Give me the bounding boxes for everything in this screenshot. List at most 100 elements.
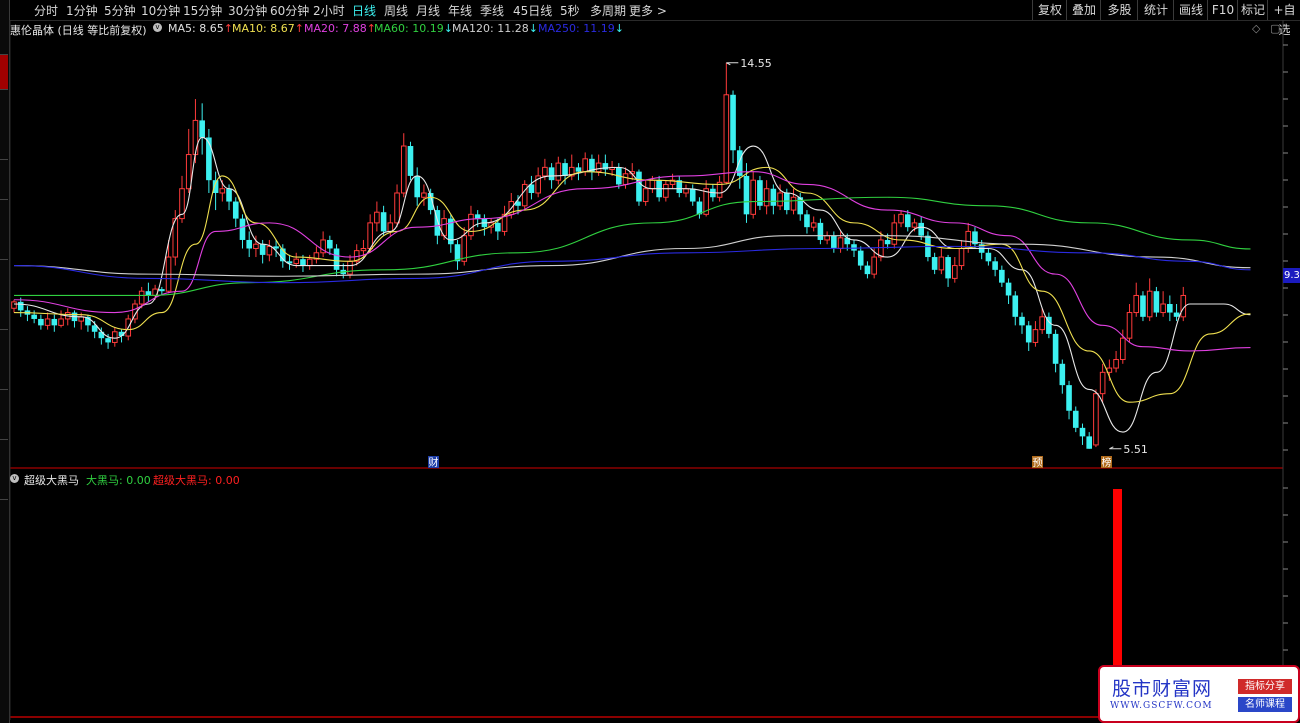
high-price-marker [726,62,739,66]
candle-body [952,265,958,279]
event-tag-forecast: 预 [1033,457,1043,469]
event-tag-finance: 财 [429,456,439,469]
candle-body [387,222,394,232]
candle-body [1173,312,1180,317]
candle-body [1039,316,1045,331]
candle-body [911,222,918,228]
candle-body [958,248,965,267]
candle-body [723,94,730,183]
candle-body [548,167,555,181]
candle-body [817,222,824,240]
candle-body [521,183,528,207]
candle-body [837,237,844,249]
candle-body [1072,410,1079,428]
candle-body [898,213,904,224]
candle-body [239,218,246,240]
candle-body [730,94,736,151]
watermark-tag-course: 名师课程 [1238,697,1292,712]
price-chart[interactable]: 14.55 5.51 财 预 榜 [0,0,1300,723]
candle-body [1066,385,1072,411]
low-price-marker [1109,446,1122,450]
candle-body [743,175,750,215]
low-price-label: 5.51 [1123,443,1148,456]
candle-body [649,179,656,190]
candle-body [98,331,105,339]
candle-body [992,261,998,270]
candle-body [904,214,911,228]
candle-body [831,235,837,249]
candle-body [763,188,770,207]
candle-body [750,179,757,215]
candle-body [1140,295,1146,317]
candle-body [333,248,340,270]
current-price-tag: 9.3 [1283,268,1300,283]
watermark-url: WWW.GSCFW.COM [1110,701,1213,711]
candle-body [777,192,783,207]
candle-body [374,211,380,224]
candle-body [145,291,152,296]
candle-body [219,188,226,194]
candle-body [562,163,568,176]
candle-body [683,188,689,194]
candle-body [44,318,51,326]
candle-body [642,188,649,203]
candle-body [400,145,407,194]
candle-body [51,318,58,326]
candle-body [804,214,810,228]
candle-body [367,222,373,250]
candle-body [259,244,266,255]
candle-body [306,258,313,267]
candle-body [595,162,602,173]
candle-body [232,201,239,219]
candle-body [300,259,306,266]
indicator-settings-icon[interactable]: v [10,474,19,483]
indicator-header: v 超级大黑马 大黑马: 0.00 超级大黑马: 0.00 [10,471,1280,487]
candle-body [938,256,945,271]
candle-body [1025,325,1032,343]
candle-body [864,265,871,275]
candle-body [871,256,877,275]
candle-body [824,235,830,241]
candle-body [414,175,420,198]
candle-body [1032,329,1039,343]
candle-body [1059,363,1066,386]
candle-body [199,120,205,138]
candle-body [159,289,165,292]
candle-body [663,183,669,198]
candle-body [851,244,857,251]
candle-body [542,166,548,177]
candle-body [878,239,884,258]
candle-body [985,252,992,262]
candle-body [474,214,481,219]
event-tag-ranking: 榜 [1102,456,1112,469]
candle-body [192,119,199,156]
indicator-line2-value: 超级大黑马: 0.00 [153,474,240,487]
ma-line-MA5 [13,136,1251,433]
candle-body [1052,333,1059,364]
indicator-name[interactable]: 超级大黑马 [24,472,79,488]
candle-body [1113,359,1119,369]
candle-body [421,192,427,198]
candle-body [31,314,37,319]
candle-body [636,171,642,202]
candle-body [931,257,938,270]
candle-body [945,257,951,279]
watermark-tag-indicator: 指标分享 [1238,679,1292,694]
watermark-title: 股市财富网 [1112,678,1213,700]
candle-body [1079,427,1086,437]
candle-body [857,250,864,266]
candle-body [347,260,353,275]
candle-body [884,239,891,245]
candle-body [1146,290,1153,318]
candle-body [38,318,44,326]
candle-body [1093,393,1099,446]
candle-body [1153,291,1160,313]
candle-body [790,196,797,211]
candle-body [1167,304,1173,313]
candle-body [380,212,387,232]
candle-body [891,222,898,245]
candle-body [360,248,367,252]
candle-body [495,222,501,232]
ma-line-MA20 [13,171,1251,352]
candle-body [468,213,474,237]
